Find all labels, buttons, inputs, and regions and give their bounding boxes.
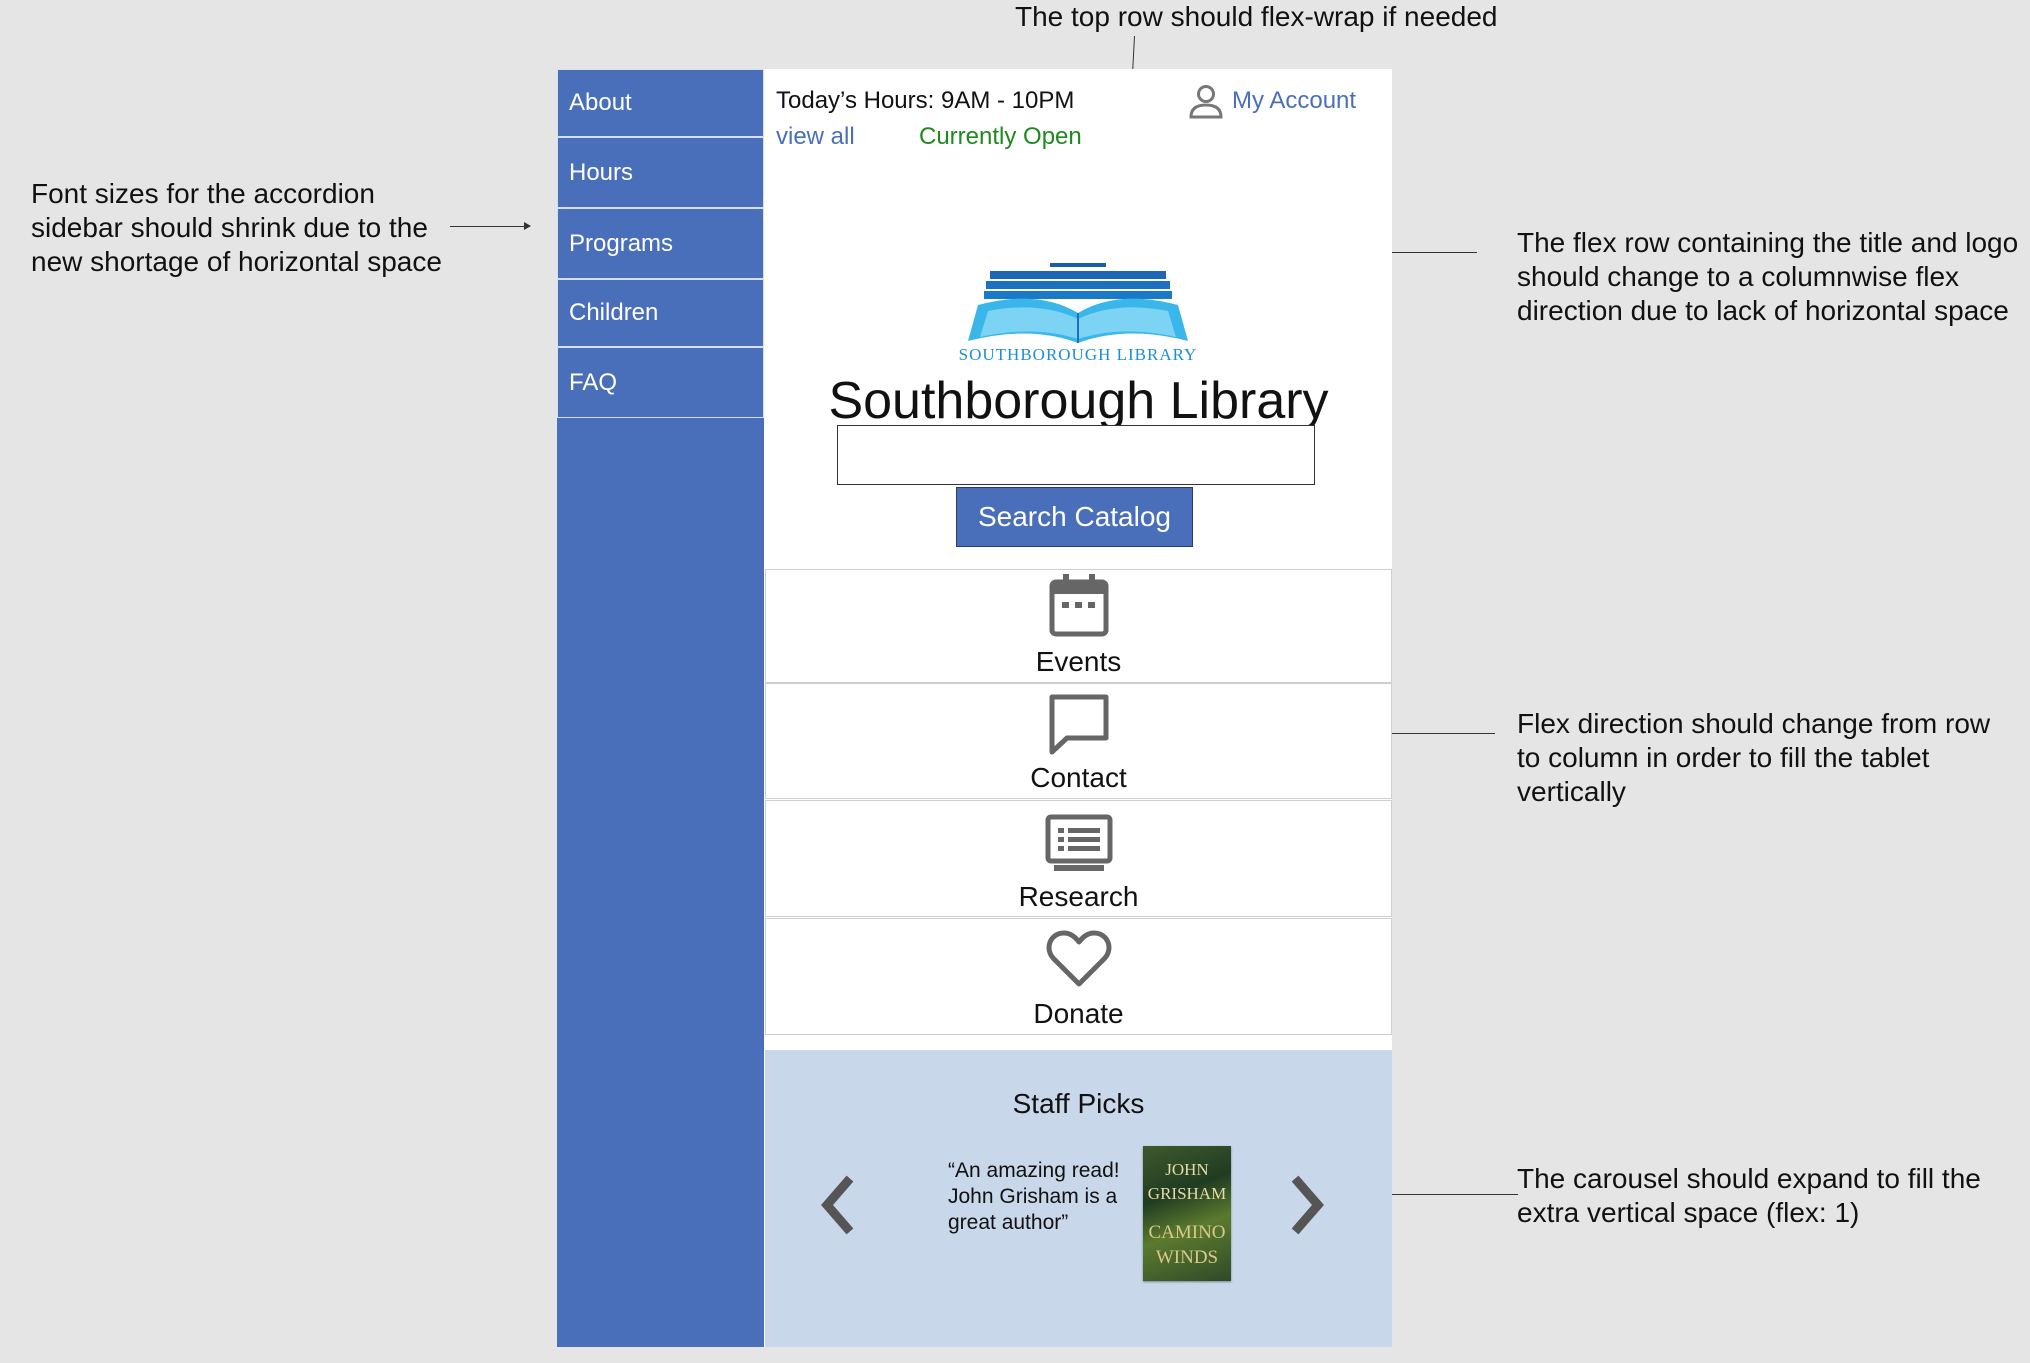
chevron-right-icon[interactable] [1286,1170,1330,1240]
staff-pick-quote: “An amazing read! John Grisham is a grea… [948,1158,1138,1236]
tile-label: Research [1018,881,1139,912]
book-cover[interactable]: JOHN GRISHAM CAMINO WINDS [1143,1146,1231,1281]
tile-label: Events [1035,646,1122,677]
tile-donate[interactable]: Donate [765,918,1392,1035]
accordion-sidebar: About Hours Programs Children FAQ [557,69,764,1347]
chevron-left-icon[interactable] [815,1170,859,1240]
logo-text: SOUTHBOROUGH LIBRARY [958,345,1198,364]
todays-hours: Today’s Hours: 9AM - 10PM [776,87,1075,114]
annotation-line: The carousel should expand to fill the [1517,1163,1981,1194]
annotation-line: extra vertical space (flex: 1) [1517,1197,1860,1228]
annotation-line: sidebar should shrink due to the [31,212,428,243]
sidebar-item-about[interactable]: About [557,69,764,137]
my-account-label: My Account [1232,87,1357,114]
annotation-line: direction due to lack of horizontal spac… [1517,295,2009,326]
annotation-carousel: The carousel should expand to fill the e… [1517,1162,1981,1230]
view-all-hours-link[interactable]: view all [776,123,855,151]
annotation-title-logo: The flex row containing the title and lo… [1517,226,2018,328]
tablet-frame: About Hours Programs Children FAQ Today’… [557,69,1392,1347]
my-account-link[interactable]: My Account [1188,83,1356,119]
annotation-line: should change to a columnwise flex [1517,261,1960,292]
heart-icon [1046,930,1111,987]
tile-label: Contact [1030,762,1127,793]
site-title: Southborough Library [828,372,1329,430]
carousel-title: Staff Picks [1012,1088,1145,1119]
annotation-top: The top row should flex-wrap if needed [1015,1,1498,32]
sidebar-item-faq[interactable]: FAQ [557,347,764,418]
annotation-line: vertically [1517,776,1626,807]
monitor-list-icon [1045,814,1112,871]
book-title-line: WINDS [1155,1247,1219,1268]
calendar-icon [1049,574,1108,637]
main-content: Today’s Hours: 9AM - 10PM view all Curre… [765,69,1392,1347]
book-title: CAMINO WINDS [1143,1220,1231,1270]
tile-research[interactable]: Research [765,800,1392,917]
library-logo: SOUTHBOROUGH LIBRARY [950,193,1206,369]
search-catalog-button[interactable]: Search Catalog [956,487,1193,547]
annotation-line: The flex row containing the title and lo… [1517,227,2019,258]
book-author-line: GRISHAM [1147,1184,1227,1203]
sidebar-item-programs[interactable]: Programs [557,208,764,279]
annotation-tiles: Flex direction should change from row to… [1517,707,1990,809]
tile-contact[interactable]: Contact [765,683,1392,799]
sidebar-item-hours[interactable]: Hours [557,137,764,208]
quote-line: great author” [948,1211,1069,1234]
chat-bubble-icon [1049,694,1108,755]
annotation-line: new shortage of horizontal space [31,246,442,277]
quote-line: John Grisham is a [948,1185,1118,1208]
tile-label: Donate [1033,998,1124,1029]
sidebar-item-children[interactable]: Children [557,279,764,347]
annotation-sidebar: Font sizes for the accordion sidebar sho… [31,177,442,279]
book-author: JOHN GRISHAM [1143,1158,1231,1206]
staff-picks-carousel: Staff Picks “An amazing read! John Grish… [765,1050,1392,1347]
annotation-line: Flex direction should change from row [1517,708,1991,739]
annotation-line: to column in order to fill the tablet [1517,742,1930,773]
book-title-line: CAMINO [1148,1222,1226,1243]
open-status: Currently Open [919,123,1082,150]
catalog-search-input[interactable] [837,425,1315,485]
book-logo-icon [968,263,1188,343]
tile-events[interactable]: Events [765,569,1392,683]
user-icon [1189,85,1223,119]
book-author-line: JOHN [1165,1160,1209,1179]
annotation-sidebar-arrow [450,222,531,230]
annotation-line: Font sizes for the accordion [31,178,375,209]
quote-line: “An amazing read! [948,1159,1120,1182]
